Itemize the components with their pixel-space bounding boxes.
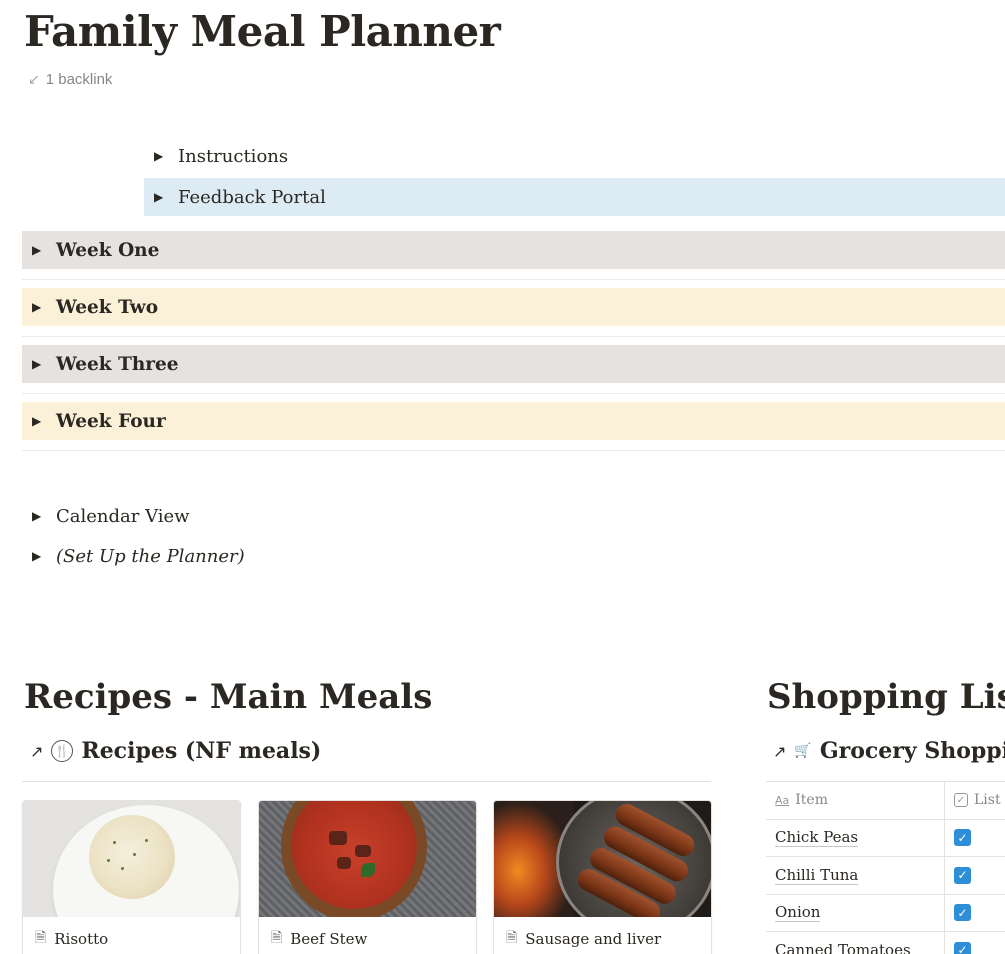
toggle-label: Week Two [56, 296, 159, 318]
triangle-right-icon[interactable]: ▶ [32, 300, 56, 314]
item-name[interactable]: Onion [775, 903, 821, 923]
triangle-right-icon[interactable]: ▶ [32, 357, 56, 371]
divider [22, 781, 711, 782]
risotto-image [23, 801, 240, 917]
triangle-right-icon[interactable]: ▶ [32, 414, 56, 428]
list-checkbox[interactable]: ✓ [954, 904, 971, 922]
page-icon: 🗎 [35, 930, 47, 946]
column-header-list[interactable]: ✓ List [945, 782, 1005, 819]
recipe-card[interactable]: 🗎 Sausage and liver [493, 800, 712, 954]
toggle-label: Week Four [56, 410, 166, 432]
shopping-table: Aa Item ✓ List Chick Peas ✓ Chilli Tuna … [766, 781, 1005, 954]
item-name[interactable]: Chick Peas [775, 828, 859, 848]
recipe-card[interactable]: 🗎 Risotto [22, 800, 241, 954]
arrow-up-right-icon[interactable]: ↗ [773, 742, 786, 761]
backlink-label: 1 backlink [45, 71, 113, 88]
triangle-right-icon[interactable]: ▶ [154, 149, 178, 163]
card-title: Beef Stew [290, 930, 368, 948]
cart-icon: 🛒 [794, 743, 812, 759]
toggle-label: Week Three [56, 353, 179, 375]
arrow-up-right-icon[interactable]: ↗ [30, 742, 43, 761]
triangle-right-icon[interactable]: ▶ [154, 190, 178, 204]
toggle-instructions[interactable]: ▶ Instructions [144, 137, 1005, 175]
divider [22, 393, 1005, 394]
divider [22, 336, 1005, 337]
card-title: Sausage and liver [525, 930, 662, 948]
column-header-item[interactable]: Aa Item [766, 782, 945, 819]
toggle-week-one[interactable]: ▶ Week One [22, 231, 1005, 269]
sausage-image [494, 801, 711, 917]
triangle-right-icon[interactable]: ▶ [32, 549, 56, 563]
card-title: Risotto [54, 930, 109, 948]
divider [22, 279, 1005, 280]
page-icon: 🗎 [506, 930, 518, 946]
toggle-label: (Set Up the Planner) [56, 545, 245, 567]
text-property-icon: Aa [775, 793, 790, 807]
list-checkbox[interactable]: ✓ [954, 866, 971, 884]
table-row[interactable]: Onion ✓ [766, 893, 1005, 931]
table-row[interactable]: Chick Peas ✓ [766, 818, 1005, 856]
toggle-label: Calendar View [56, 505, 190, 527]
toggle-week-four[interactable]: ▶ Week Four [22, 402, 1005, 440]
triangle-right-icon[interactable]: ▶ [32, 509, 56, 523]
checkbox-property-icon: ✓ [954, 793, 968, 808]
recipe-card[interactable]: 🗎 Beef Stew [258, 800, 477, 954]
list-checkbox[interactable]: ✓ [954, 941, 971, 954]
shopping-heading: Shopping List [767, 677, 1005, 717]
backlink[interactable]: ↙ 1 backlink [28, 71, 112, 88]
item-name[interactable]: Canned Tomatoes [775, 941, 911, 954]
table-header: Aa Item ✓ List [766, 781, 1005, 819]
database-title-label: Grocery Shoppi [819, 738, 1005, 764]
toggle-label: Week One [56, 239, 160, 261]
item-name[interactable]: Chilli Tuna [775, 866, 859, 885]
list-checkbox[interactable]: ✓ [954, 829, 971, 847]
triangle-right-icon[interactable]: ▶ [32, 243, 56, 257]
toggle-week-two[interactable]: ▶ Week Two [22, 288, 1005, 326]
toggle-set-up-planner[interactable]: ▶ (Set Up the Planner) [22, 537, 622, 575]
table-row[interactable]: Chilli Tuna ✓ [766, 856, 1005, 894]
toggle-calendar-view[interactable]: ▶ Calendar View [22, 497, 622, 535]
toggle-feedback-portal[interactable]: ▶ Feedback Portal [144, 178, 1005, 216]
grocery-database-title[interactable]: ↗ 🛒 Grocery Shoppi [773, 738, 1005, 764]
arrow-down-left-icon: ↙ [28, 71, 40, 87]
recipes-heading: Recipes - Main Meals [24, 677, 433, 717]
fork-knife-icon: 🍴 [51, 740, 74, 762]
toggle-week-three[interactable]: ▶ Week Three [22, 345, 1005, 383]
beef-stew-image [259, 801, 476, 917]
page-title: Family Meal Planner [24, 7, 501, 56]
divider [22, 450, 1005, 451]
table-row[interactable]: Canned Tomatoes ✓ [766, 931, 1005, 954]
recipes-database-title[interactable]: ↗ 🍴 Recipes (NF meals) [30, 738, 321, 764]
page-icon: 🗎 [271, 930, 283, 946]
toggle-label: Feedback Portal [178, 186, 326, 208]
toggle-label: Instructions [178, 145, 289, 167]
database-title-label: Recipes (NF meals) [81, 738, 322, 764]
